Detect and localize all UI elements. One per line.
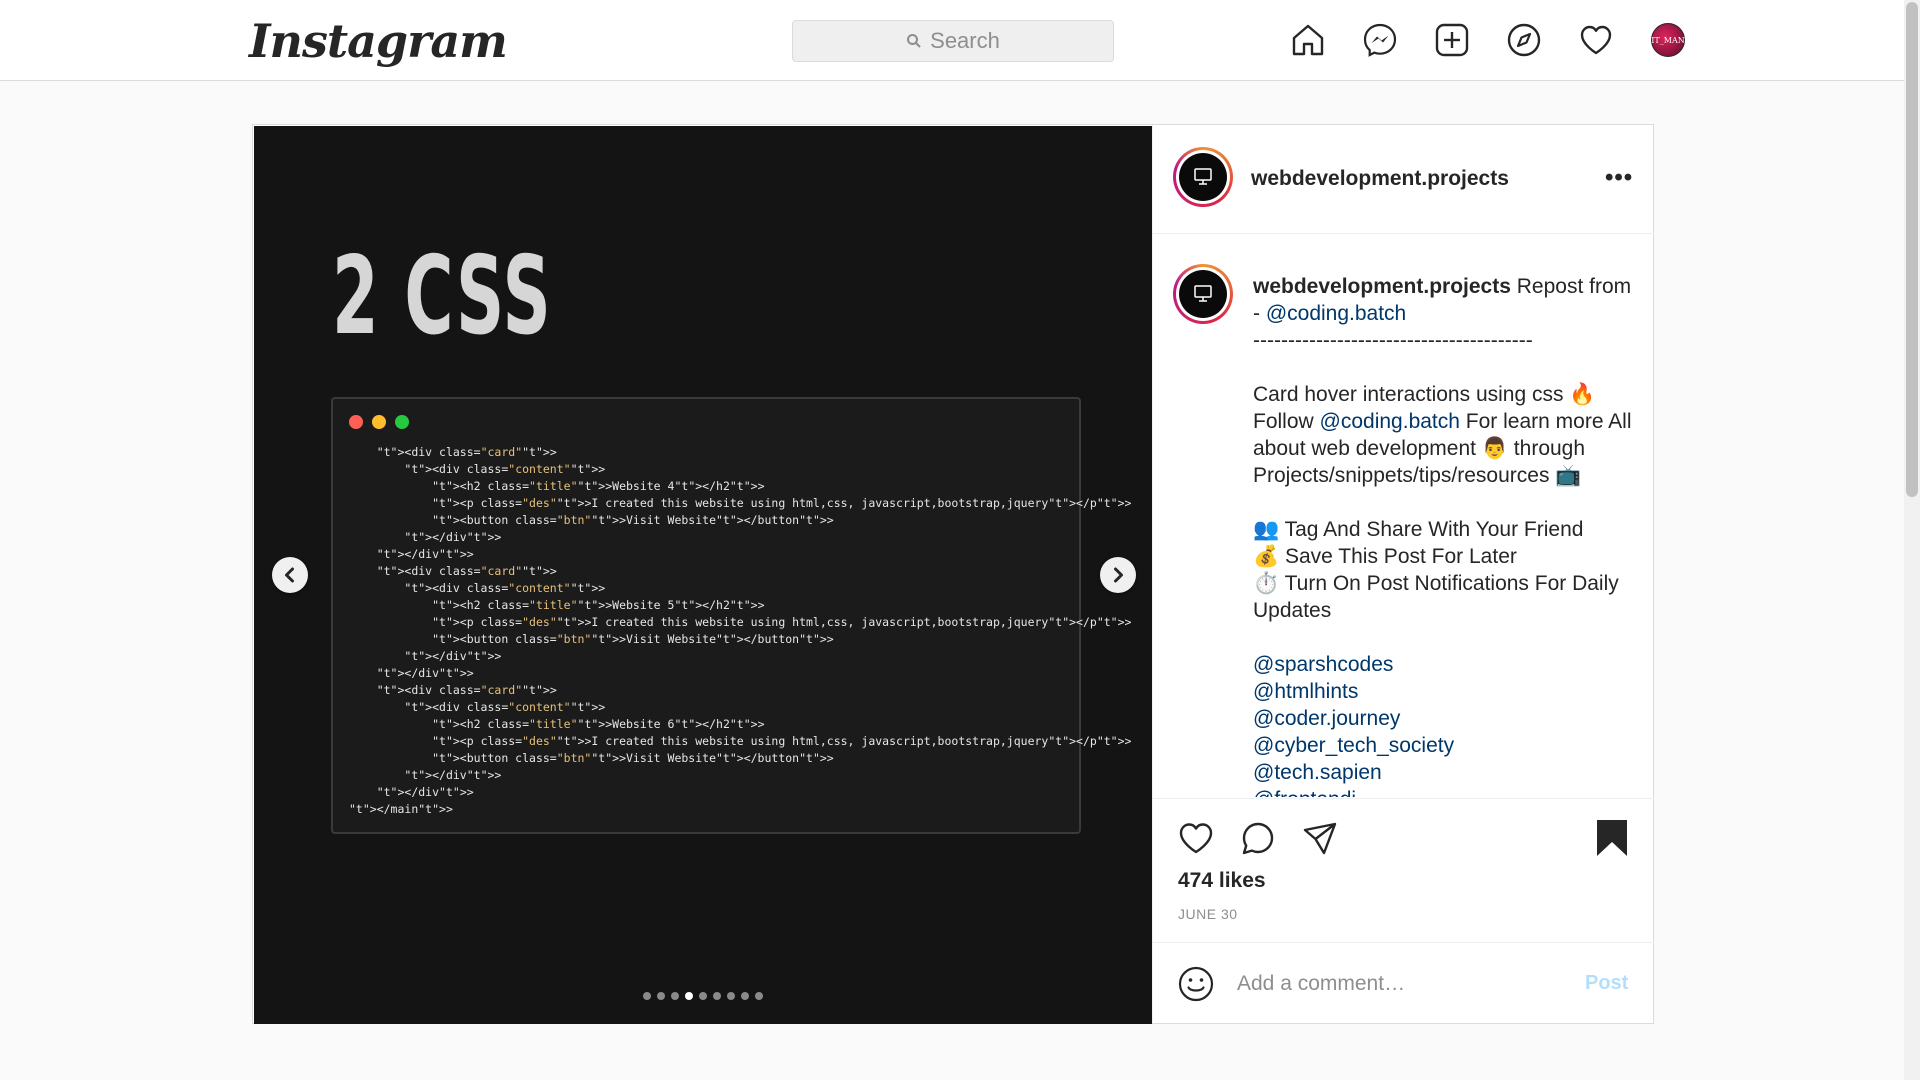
post-date[interactable]: JUNE 30 xyxy=(1178,906,1238,922)
mention-link[interactable]: @coder.journey xyxy=(1253,705,1641,732)
carousel-next-button[interactable] xyxy=(1100,557,1136,593)
caption-username[interactable]: webdevelopment.projects xyxy=(1253,275,1511,298)
monitor-logo-icon xyxy=(1194,285,1212,302)
page-scrollbar-thumb[interactable] xyxy=(1906,2,1918,497)
window-dots xyxy=(349,415,409,429)
code-line: "t"><p class="des""t">>I created this we… xyxy=(432,734,1132,748)
code-line: "t"><h2 class="title""t">>Website 5"t"><… xyxy=(432,598,765,612)
code-line: "t"><h2 class="title""t">>Website 6"t"><… xyxy=(432,717,765,731)
mention-link[interactable]: @sparshcodes xyxy=(1253,651,1641,678)
carousel-pager-dot[interactable] xyxy=(699,992,707,1000)
code-window: "t"><div class="card""t">> "t"><div clas… xyxy=(331,397,1131,834)
post-actions: 474 likes JUNE 30 Post xyxy=(1153,798,1654,1022)
code-line: "t"><div class="card""t">> xyxy=(376,683,557,697)
caption-line: 💰 Save This Post For Later xyxy=(1253,545,1517,568)
post-caption: webdevelopment.projects Repost from - @c… xyxy=(1253,273,1641,797)
carousel-pager-dot[interactable] xyxy=(741,992,749,1000)
carousel-pager-dot[interactable] xyxy=(727,992,735,1000)
code-line: "t"><div class="content""t">> xyxy=(404,462,606,476)
code-line: "t"></div"t">> xyxy=(404,649,502,663)
mention-link[interactable]: @coding.batch xyxy=(1320,410,1460,433)
saved-bookmark-icon[interactable] xyxy=(1593,818,1631,858)
code-line: "t"></div"t">> xyxy=(376,785,474,799)
emoji-smile-icon[interactable] xyxy=(1177,965,1215,1003)
new-post-icon[interactable] xyxy=(1432,20,1472,60)
comment-input[interactable] xyxy=(1237,967,1577,1001)
caption-line: 👥 Tag And Share With Your Friend xyxy=(1253,518,1584,541)
code-line: "t"><p class="des""t">>I created this we… xyxy=(432,496,1132,510)
profile-avatar[interactable]: IT_MAN xyxy=(1648,20,1688,60)
code-line: "t"><p class="des""t">>I created this we… xyxy=(432,615,1132,629)
carousel-pager-dot[interactable] xyxy=(713,992,721,1000)
action-icons xyxy=(1177,819,1339,857)
comment-bar: Post xyxy=(1153,942,1654,1023)
search-icon xyxy=(907,34,921,48)
caption-line: Follow @coding.batch For learn more All … xyxy=(1253,410,1632,487)
caption-line: ⏱️ Turn On Post Notifications For Daily … xyxy=(1253,572,1619,622)
more-options-icon[interactable]: ••• xyxy=(1605,164,1633,192)
carousel-pager-dot[interactable] xyxy=(643,992,651,1000)
code-line: "t"><button class="btn""t">>Visit Websit… xyxy=(432,632,834,646)
code-line: "t"></main"t">> xyxy=(349,802,453,816)
code-line: "t"></div"t">> xyxy=(404,768,502,782)
code-line: "t"><button class="btn""t">>Visit Websit… xyxy=(432,513,834,527)
caption-line: Card hover interactions using css 🔥 xyxy=(1253,383,1596,406)
code-line: "t"></div"t">> xyxy=(376,547,474,561)
author-avatar[interactable] xyxy=(1173,147,1233,207)
avatar: IT_MAN xyxy=(1651,23,1685,57)
caption-divider: ---------------------------------------- xyxy=(1253,329,1533,352)
post-media[interactable]: 2 CSS "t"><div class="card""t">> "t"><di… xyxy=(254,126,1152,1024)
carousel-pager-dot[interactable] xyxy=(671,992,679,1000)
search-box[interactable]: Search xyxy=(792,20,1114,62)
carousel-pager-dot[interactable] xyxy=(657,992,665,1000)
code-line: "t"><div class="content""t">> xyxy=(404,700,606,714)
share-send-icon[interactable] xyxy=(1301,819,1339,857)
nav-icons: IT_MAN xyxy=(1288,20,1688,60)
code-block: "t"><div class="card""t">> "t"><div clas… xyxy=(349,444,1131,818)
code-line: "t"><div class="card""t">> xyxy=(376,564,557,578)
code-line: "t"><div class="card""t">> xyxy=(376,445,557,459)
chevron-right-icon xyxy=(1114,567,1123,583)
top-nav-bar: Instagram Search IT_MAN xyxy=(0,0,1904,81)
caption-scroll-area[interactable]: webdevelopment.projects Repost from - @c… xyxy=(1153,235,1654,797)
monitor-logo-icon xyxy=(1194,168,1212,185)
chevron-left-icon xyxy=(285,567,294,583)
window-dot-yellow xyxy=(372,415,386,429)
window-dot-red xyxy=(349,415,363,429)
author-username[interactable]: webdevelopment.projects xyxy=(1251,167,1509,191)
mention-link[interactable]: @cyber_tech_society xyxy=(1253,732,1641,759)
code-line: "t"></div"t">> xyxy=(376,666,474,680)
search-placeholder: Search xyxy=(930,28,1000,53)
code-line: "t"><div class="content""t">> xyxy=(404,581,606,595)
carousel-pager xyxy=(254,992,1152,1000)
like-heart-icon[interactable] xyxy=(1177,819,1215,857)
post-card: 2 CSS "t"><div class="card""t">> "t"><di… xyxy=(252,124,1654,1024)
activity-heart-icon[interactable] xyxy=(1576,20,1616,60)
carousel-prev-button[interactable] xyxy=(272,557,308,593)
mention-link[interactable]: @coding.batch xyxy=(1266,302,1406,325)
carousel-pager-dot[interactable] xyxy=(755,992,763,1000)
window-dot-green xyxy=(395,415,409,429)
carousel-pager-dot[interactable] xyxy=(685,992,693,1000)
instagram-logo[interactable]: Instagram xyxy=(249,14,508,68)
mention-link[interactable]: @htmlhints xyxy=(1253,678,1641,705)
likes-count[interactable]: 474 likes xyxy=(1178,869,1266,893)
messenger-icon[interactable] xyxy=(1360,20,1400,60)
home-icon[interactable] xyxy=(1288,20,1328,60)
media-title: 2 CSS xyxy=(332,234,552,359)
comment-icon[interactable] xyxy=(1239,819,1277,857)
code-line: "t"></div"t">> xyxy=(404,530,502,544)
mention-link[interactable]: @tech.sapien xyxy=(1253,759,1641,786)
mention-link[interactable]: @frontendi xyxy=(1253,786,1641,797)
post-comment-button[interactable]: Post xyxy=(1585,972,1628,995)
post-header: webdevelopment.projects ••• xyxy=(1153,125,1654,234)
code-line: "t"><h2 class="title""t">>Website 4"t"><… xyxy=(432,479,765,493)
code-line: "t"><button class="btn""t">>Visit Websit… xyxy=(432,751,834,765)
explore-icon[interactable] xyxy=(1504,20,1544,60)
caption-author-avatar[interactable] xyxy=(1173,264,1233,324)
post-sidebar: webdevelopment.projects ••• webdevelopme… xyxy=(1152,125,1654,1023)
